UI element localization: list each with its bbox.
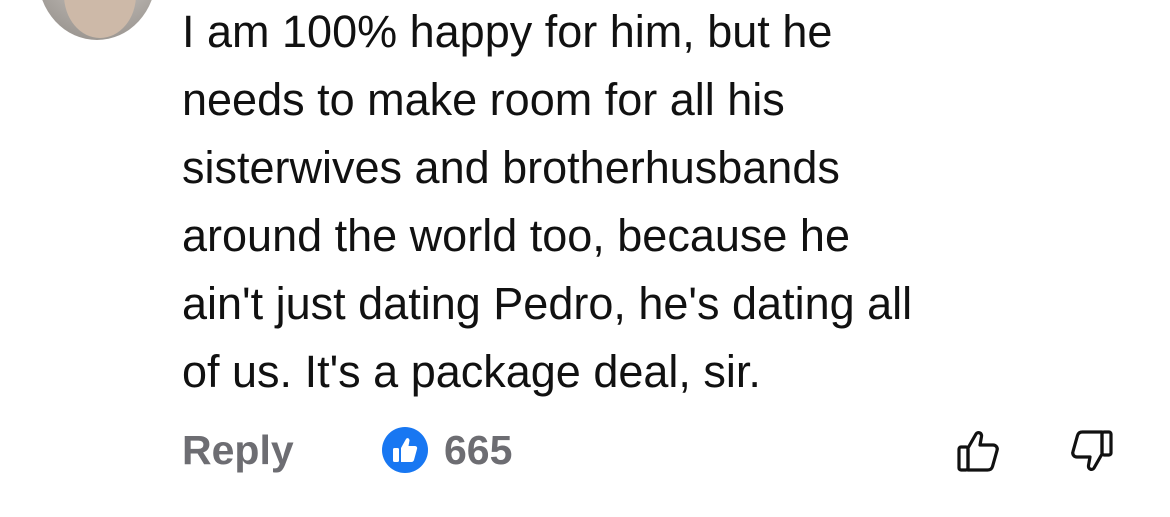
dislike-button[interactable] — [1068, 428, 1114, 474]
thumbs-up-outline-icon — [957, 431, 999, 472]
reply-button[interactable]: Reply — [182, 420, 294, 480]
comment-line: of us. It's a package deal, sir. — [182, 346, 761, 397]
comment-text: I am 100% happy for him, but he needs to… — [182, 0, 1142, 406]
avatar[interactable] — [38, 0, 156, 40]
comment-line: I am 100% happy for him, but he — [182, 6, 833, 57]
comment-line: needs to make room for all his — [182, 74, 785, 125]
avatar-face — [64, 0, 136, 38]
comment-actions: Reply 665 — [182, 420, 1132, 480]
comment-line: around the world too, because he — [182, 210, 850, 261]
thumbs-down-outline-icon — [1071, 430, 1113, 471]
like-button[interactable] — [956, 428, 1002, 474]
thumbs-up-icon — [393, 438, 418, 462]
comment-line: ain't just dating Pedro, he's dating all — [182, 278, 913, 329]
comment-line: sisterwives and brotherhusbands — [182, 142, 840, 193]
like-reaction-icon[interactable] — [382, 427, 428, 473]
reaction-count: 665 — [444, 427, 513, 473]
